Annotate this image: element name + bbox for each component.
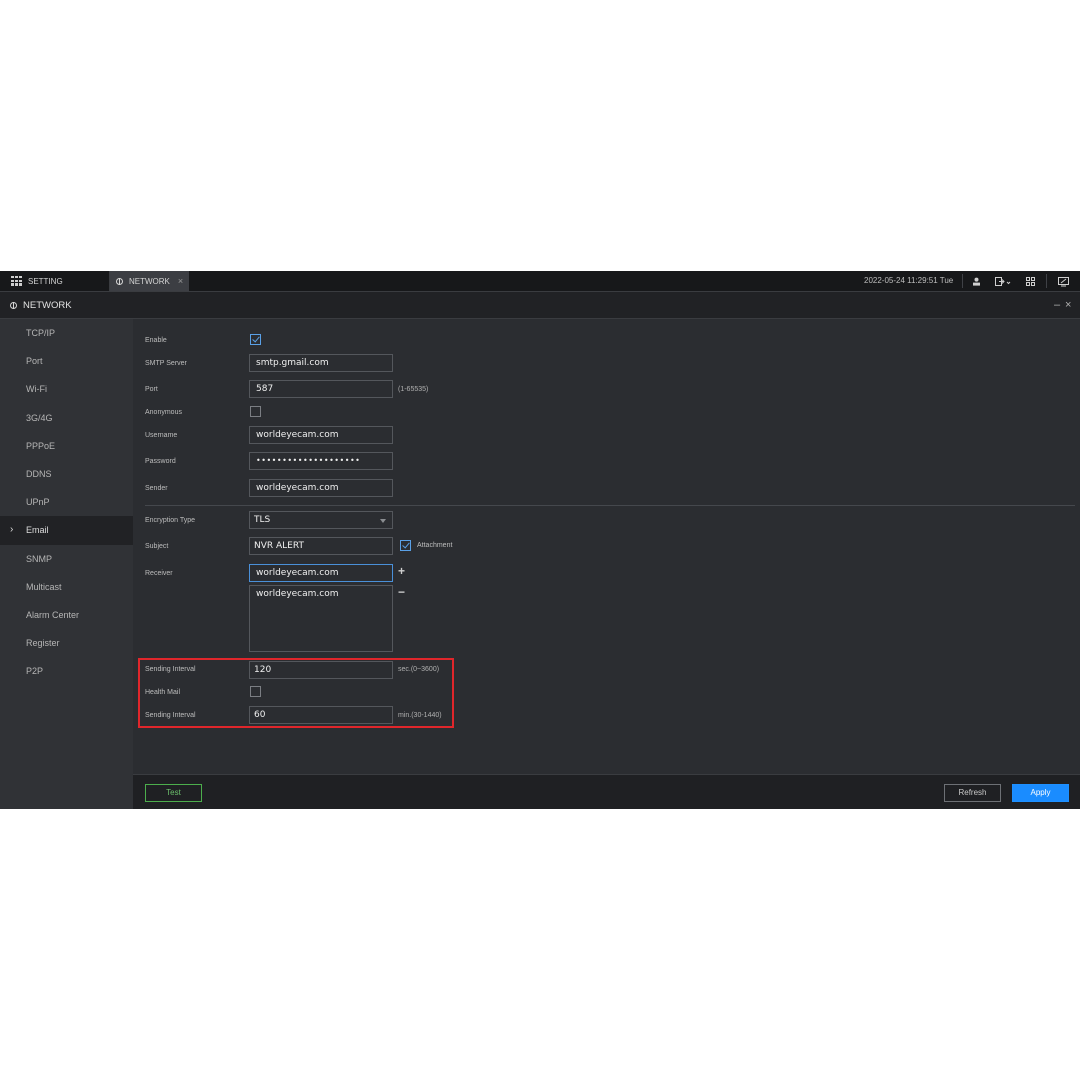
health-mail-label: Health Mail [145,689,181,696]
subject-label: Subject [145,543,169,550]
port-label: Port [145,386,158,393]
port-input[interactable]: 587 [249,380,393,398]
apply-button[interactable]: Apply [1012,784,1069,802]
sidebar-item-alarm-center[interactable]: Alarm Center [0,601,133,629]
sidebar-item-label: Wi-Fi [26,384,47,395]
sidebar-item-email[interactable]: › Email [0,516,133,545]
list-item[interactable]: worldeyecam.com [256,589,386,599]
sending-interval-label: Sending Interval [145,666,196,673]
chevron-down-icon [380,519,386,523]
smtp-server-input[interactable]: smtp.gmail.com [249,354,393,372]
test-button[interactable]: Test [145,784,202,802]
layout-icon[interactable] [1022,271,1038,291]
sidebar-item-label: UPnP [26,497,50,508]
tab-network[interactable]: NETWORK × [110,271,189,291]
minimize-icon[interactable]: – [1054,292,1060,318]
sidebar-item-label: Register [26,638,60,649]
attachment-label: Attachment [417,542,453,549]
username-label: Username [145,432,178,439]
page-title: NETWORK [10,292,72,318]
section-divider [145,505,1075,506]
sidebar-item-label: Multicast [26,581,62,592]
globe-icon [116,277,123,285]
tab-setting-label: SETTING [28,276,63,286]
sender-input[interactable]: worldeyecam.com [249,479,393,497]
enable-checkbox[interactable] [250,334,261,345]
sending-interval-hint: sec.(0~3600) [398,666,440,673]
password-input[interactable]: •••••••••••••••••••• [249,452,393,470]
toolbar-divider [1046,274,1047,288]
sidebar-item-label: 3G/4G [26,412,53,423]
sidebar-item-label: Port [26,356,43,367]
sidebar-item-label: PPPoE [26,440,56,451]
sending-interval-input[interactable]: 120 [249,661,393,679]
health-interval-input[interactable]: 60 [249,706,393,724]
encryption-type-value: TLS [254,515,271,525]
sidebar-item-tcpip[interactable]: TCP/IP [0,319,133,347]
health-mail-checkbox[interactable] [250,686,261,697]
sidebar-item-label: P2P [26,666,44,677]
tab-close-icon[interactable]: × [178,276,183,286]
port-range-hint: (1-65535) [398,386,429,393]
smtp-server-label: SMTP Server [145,360,187,367]
receiver-label: Receiver [145,570,173,577]
chevron-right-icon: › [10,524,14,536]
apps-grid-icon [11,276,22,286]
user-icon[interactable] [968,271,984,291]
sender-label: Sender [145,485,168,492]
nvr-app-window: SETTING NETWORK × 2022-05-24 11:29:51 Tu… [0,271,1080,809]
sidebar-item-multicast[interactable]: Multicast [0,573,133,601]
top-bar: SETTING NETWORK × 2022-05-24 11:29:51 Tu… [0,271,1080,292]
anonymous-checkbox[interactable] [250,406,261,417]
subject-input[interactable]: NVR ALERT [249,537,393,555]
tab-network-label: NETWORK [129,276,170,286]
sidebar-item-label: TCP/IP [26,328,56,339]
refresh-button[interactable]: Refresh [944,784,1001,802]
sidebar-nav: TCP/IP Port Wi-Fi 3G/4G PPPoE DDNS UPnP … [0,319,133,809]
health-interval-label: Sending Interval [145,712,196,719]
page-title-label: NETWORK [23,299,72,311]
health-interval-hint: min.(30-1440) [398,712,442,719]
logout-icon[interactable] [992,271,1014,291]
encryption-type-label: Encryption Type [145,517,196,524]
email-settings-form: Enable SMTP Server smtp.gmail.com Port 5… [133,319,1080,774]
sidebar-item-pppoe[interactable]: PPPoE [0,432,133,460]
tab-setting[interactable]: SETTING [0,271,110,291]
sidebar-item-label: Email [26,525,49,536]
monitor-icon[interactable] [1054,271,1072,291]
attachment-checkbox[interactable] [400,540,411,551]
sidebar-item-wifi[interactable]: Wi-Fi [0,375,133,403]
anonymous-label: Anonymous [145,409,182,416]
encryption-type-select[interactable]: TLS [249,511,393,529]
add-receiver-icon[interactable]: + [398,564,405,578]
sidebar-item-3g4g[interactable]: 3G/4G [0,404,133,432]
globe-icon [10,301,17,309]
sidebar-item-register[interactable]: Register [0,629,133,657]
system-datetime: 2022-05-24 11:29:51 Tue [864,276,954,285]
sidebar-item-label: SNMP [26,553,53,564]
receiver-input[interactable]: worldeyecam.com [249,564,393,582]
receiver-list[interactable]: worldeyecam.com [249,585,393,652]
sidebar-item-label: Alarm Center [26,609,80,620]
sidebar-item-port[interactable]: Port [0,347,133,375]
close-icon[interactable]: × [1065,292,1071,318]
sidebar-item-label: DDNS [26,469,52,480]
password-label: Password [145,458,176,465]
footer-bar: Test Refresh Apply [133,774,1080,809]
remove-receiver-icon[interactable]: − [398,585,405,599]
toolbar-divider [962,274,963,288]
sidebar-item-p2p[interactable]: P2P [0,657,133,685]
enable-label: Enable [145,337,167,344]
window-title-bar: NETWORK – × [0,292,1080,319]
sidebar-item-ddns[interactable]: DDNS [0,460,133,488]
sidebar-item-upnp[interactable]: UPnP [0,488,133,516]
username-input[interactable]: worldeyecam.com [249,426,393,444]
sidebar-item-snmp[interactable]: SNMP [0,545,133,573]
